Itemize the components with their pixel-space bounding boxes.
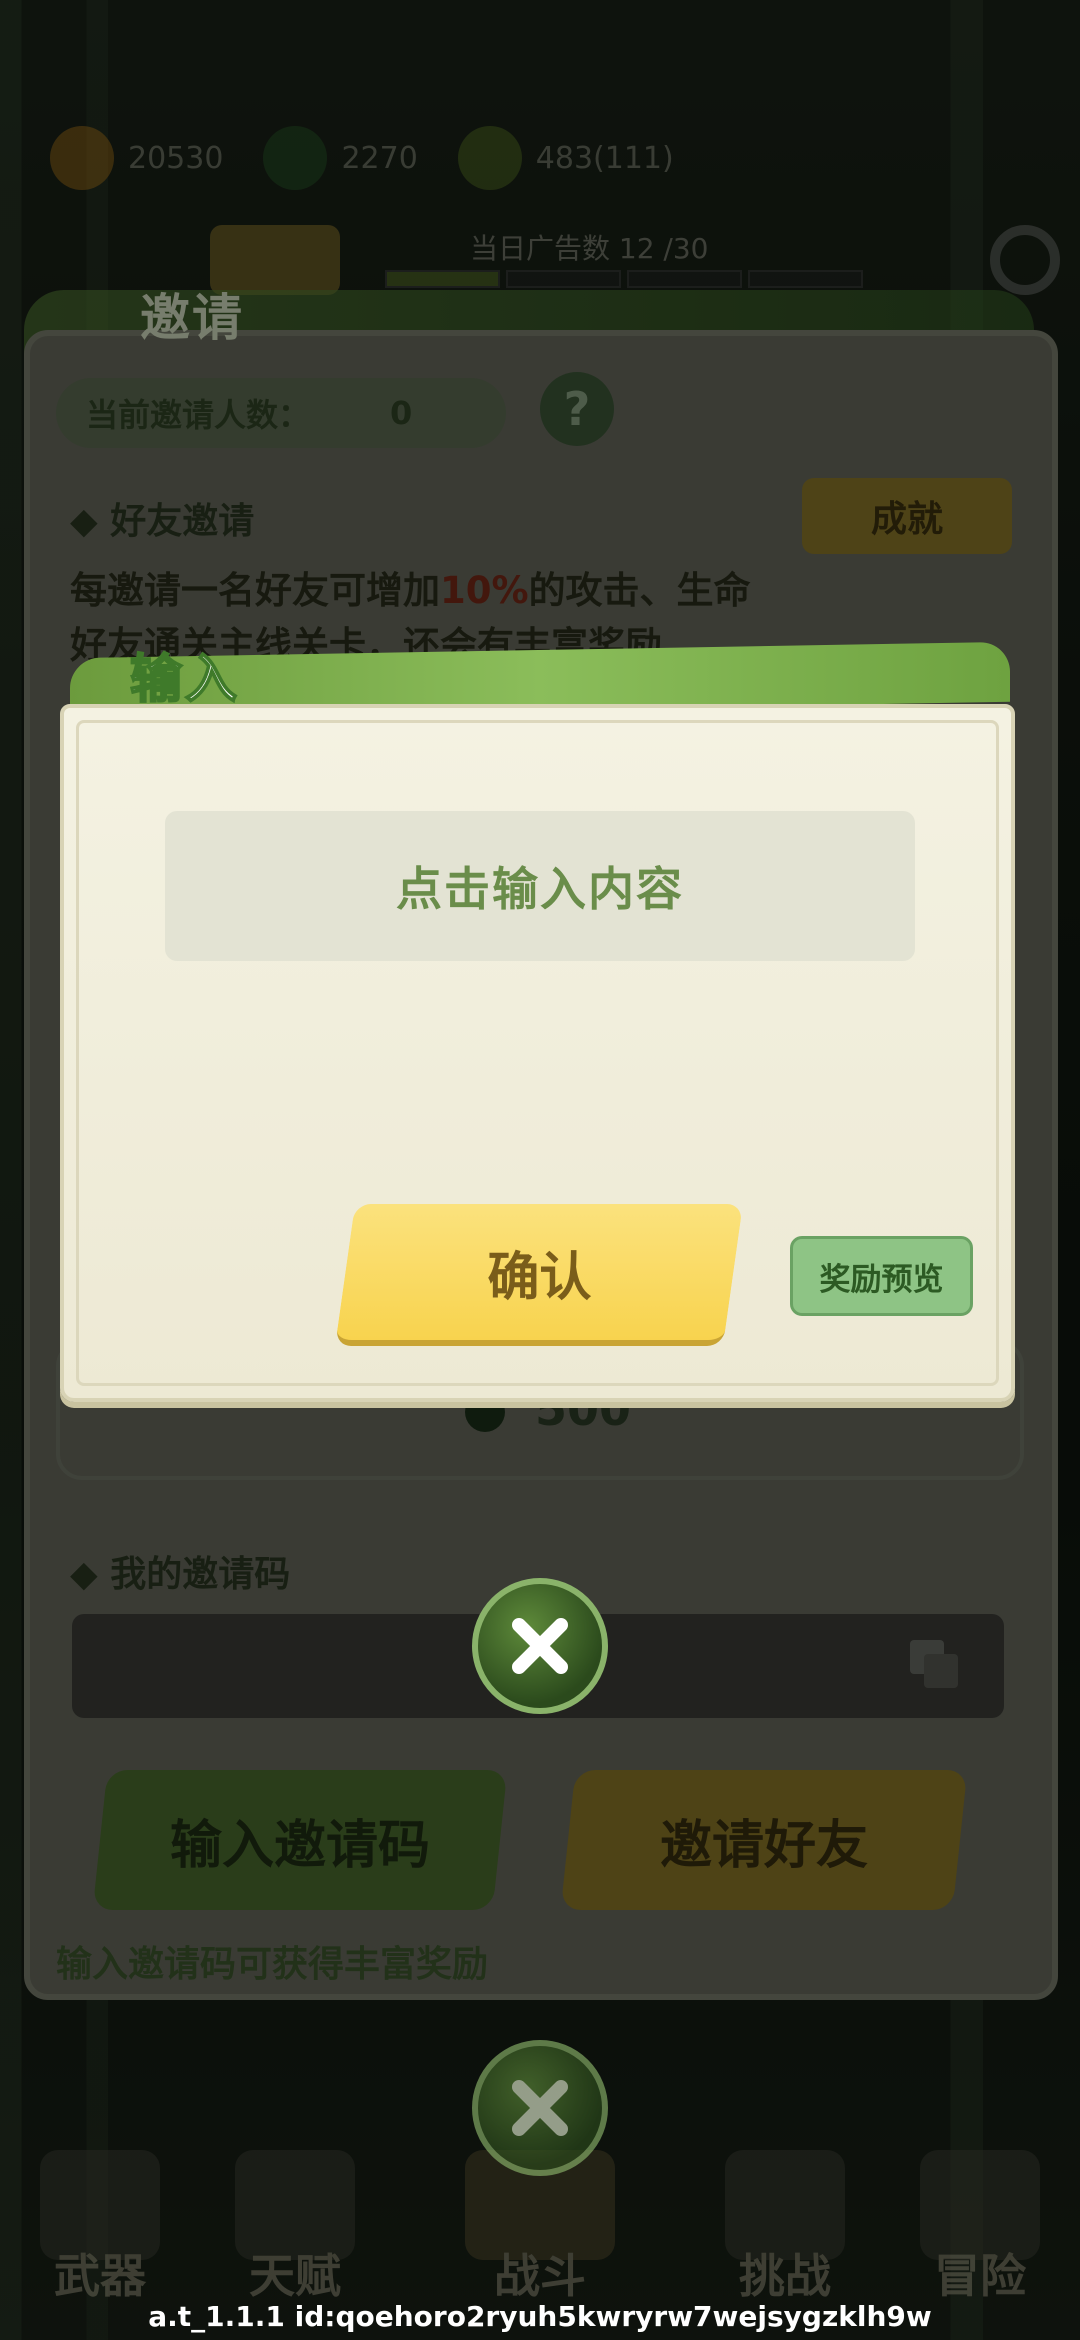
version-text: a.t_1.1.1 id:qoehoro2ryuh5kwryrw7wejsygz… <box>148 2300 932 2333</box>
close-icon <box>512 1618 568 1674</box>
close-icon <box>512 2080 568 2136</box>
close-invite-panel-button[interactable] <box>472 2040 608 2176</box>
close-modal-button[interactable] <box>472 1578 608 1714</box>
reward-preview-button[interactable]: 奖励预览 <box>790 1236 973 1316</box>
confirm-button[interactable]: 确认 <box>335 1204 743 1346</box>
invite-code-input[interactable]: 点击输入内容 <box>165 811 915 961</box>
modal-title: 输入 <box>129 649 241 711</box>
